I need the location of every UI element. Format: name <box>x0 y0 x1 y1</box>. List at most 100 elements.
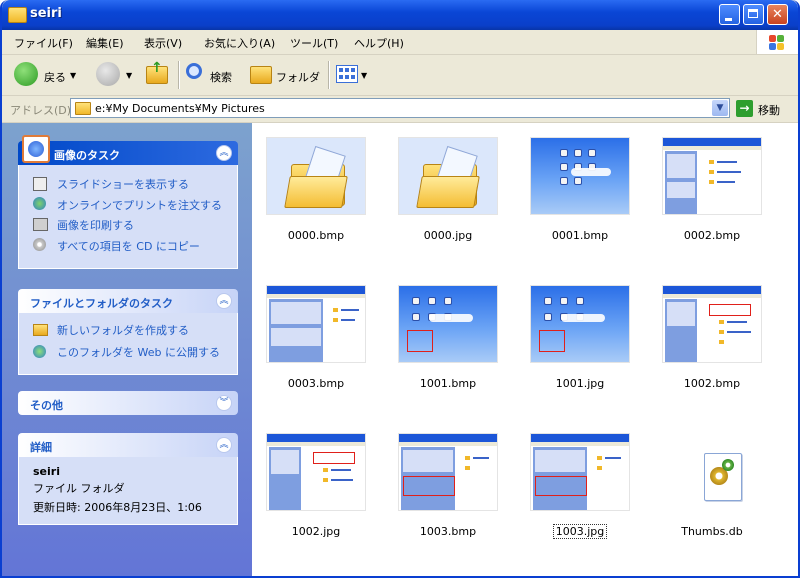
desktop-thumbnail <box>398 285 498 363</box>
maximize-button[interactable] <box>743 4 764 25</box>
explorer-window: seiri ✕ ファイル(F) 編集(E) 表示(V) お気に入り(A) ツール… <box>0 0 800 578</box>
file-item[interactable]: 1003.bmp <box>384 419 512 549</box>
db-file-thumbnail <box>662 433 762 511</box>
forward-button[interactable]: ▼ <box>94 60 134 90</box>
copy-to-cd-link[interactable]: すべての項目を CD にコピー <box>57 238 200 254</box>
expand-chevron-icon[interactable]: ︾ <box>216 395 232 411</box>
file-name: 0000.jpg <box>423 229 473 242</box>
minimize-icon <box>725 18 732 21</box>
slideshow-icon <box>33 177 47 191</box>
file-name: 1001.jpg <box>555 377 605 390</box>
menu-tools[interactable]: ツール(T) <box>290 35 338 51</box>
folder-icon <box>8 7 27 23</box>
address-folder-icon <box>75 102 91 115</box>
file-folder-tasks-header[interactable]: ファイルとフォルダのタスク ︽ <box>18 289 238 313</box>
collapse-chevron-icon[interactable]: ︽ <box>216 437 232 453</box>
explorer-thumbnail <box>530 433 630 511</box>
menu-favorites[interactable]: お気に入り(A) <box>204 35 275 51</box>
slideshow-link[interactable]: スライドショーを表示する <box>57 176 189 192</box>
file-item[interactable]: 0000.jpg <box>384 123 512 253</box>
file-folder-tasks-body: 新しいフォルダを作成する このフォルダを Web に公開する <box>18 313 238 375</box>
new-folder-link[interactable]: 新しいフォルダを作成する <box>57 322 189 338</box>
file-item[interactable]: 0000.bmp <box>252 123 380 253</box>
desktop-thumbnail <box>530 285 630 363</box>
file-item[interactable]: 1003.jpg <box>516 419 644 549</box>
go-button[interactable]: → 移動 <box>736 99 796 119</box>
back-dropdown-icon[interactable]: ▼ <box>70 71 76 80</box>
image-tasks-header[interactable]: 画像のタスク ︽ <box>18 135 238 165</box>
file-folder-tasks-title: ファイルとフォルダのタスク <box>30 297 173 310</box>
title-bar[interactable]: seiri ✕ <box>2 0 798 30</box>
details-panel: 詳細 ︽ seiri ファイル フォルダ 更新日時: 2006年8月23日、1:… <box>18 433 238 525</box>
explorer-thumbnail <box>662 137 762 215</box>
task-pane: 画像のタスク ︽ スライドショーを表示する オンラインでプリントを注文する 画像… <box>2 123 252 576</box>
file-name: 0000.bmp <box>287 229 345 242</box>
explorer-thumbnail <box>662 285 762 363</box>
details-type: ファイル フォルダ <box>33 482 125 495</box>
file-item[interactable]: 1002.bmp <box>648 271 776 401</box>
file-name: 1001.bmp <box>419 377 477 390</box>
file-name: 1002.bmp <box>683 377 741 390</box>
explorer-thumbnail <box>266 433 366 511</box>
folders-icon <box>250 66 272 84</box>
file-item[interactable]: 0003.bmp <box>252 271 380 401</box>
close-button[interactable]: ✕ <box>767 4 788 25</box>
publish-web-link[interactable]: このフォルダを Web に公開する <box>57 344 220 360</box>
forward-dropdown-icon[interactable]: ▼ <box>126 71 132 80</box>
other-places-header[interactable]: その他 ︾ <box>18 391 238 415</box>
online-print-link[interactable]: オンラインでプリントを注文する <box>57 197 222 213</box>
details-name: seiri <box>33 465 60 478</box>
back-button[interactable]: 戻る ▼ <box>12 60 76 90</box>
menu-bar: ファイル(F) 編集(E) 表示(V) お気に入り(A) ツール(T) ヘルプ(… <box>2 30 798 55</box>
publish-web-icon <box>33 345 46 358</box>
views-dropdown-icon[interactable]: ▼ <box>361 71 367 80</box>
search-label: 検索 <box>210 71 232 84</box>
cd-icon <box>33 238 46 251</box>
other-places-title: その他 <box>30 399 63 412</box>
explorer-thumbnail <box>266 285 366 363</box>
menu-view[interactable]: 表示(V) <box>144 35 182 51</box>
file-name-selected[interactable]: 1003.jpg <box>516 524 644 539</box>
collapse-chevron-icon[interactable]: ︽ <box>216 145 232 161</box>
file-folder-tasks-panel: ファイルとフォルダのタスク ︽ 新しいフォルダを作成する このフォルダを Web… <box>18 289 238 375</box>
file-item[interactable]: Thumbs.db <box>648 419 776 549</box>
gear-icon <box>722 459 734 471</box>
file-item[interactable]: 1001.bmp <box>384 271 512 401</box>
address-input[interactable]: e:¥My Documents¥My Pictures ▼ <box>70 98 730 118</box>
go-arrow-icon: → <box>736 100 753 117</box>
file-item[interactable]: 0001.bmp <box>516 123 644 253</box>
picture-tasks-icon <box>22 135 50 163</box>
folder-thumbnail <box>266 137 366 215</box>
file-item[interactable]: 0002.bmp <box>648 123 776 253</box>
menu-edit[interactable]: 編集(E) <box>86 35 124 51</box>
back-arrow-icon <box>14 62 38 86</box>
details-title: 詳細 <box>30 441 52 454</box>
address-dropdown-icon[interactable]: ▼ <box>712 100 728 116</box>
details-body: seiri ファイル フォルダ 更新日時: 2006年8月23日、1:06 <box>18 457 238 525</box>
details-header[interactable]: 詳細 ︽ <box>18 433 238 457</box>
file-item[interactable]: 1001.jpg <box>516 271 644 401</box>
menu-help[interactable]: ヘルプ(H) <box>354 35 404 51</box>
close-icon: ✕ <box>772 7 783 22</box>
toolbar: 戻る ▼ ▼ ↑ 検索 フォルダ ▼ <box>2 55 798 96</box>
folders-button[interactable]: フォルダ <box>248 60 324 90</box>
details-modified: 更新日時: 2006年8月23日、1:06 <box>33 501 202 514</box>
other-places-panel: その他 ︾ <box>18 391 238 417</box>
menu-file[interactable]: ファイル(F) <box>14 35 73 51</box>
up-folder-button[interactable]: ↑ <box>142 60 172 90</box>
address-label: アドレス(D) <box>10 104 72 117</box>
search-button[interactable]: 検索 <box>184 60 244 90</box>
explorer-thumbnail <box>398 433 498 511</box>
file-item[interactable]: 1002.jpg <box>252 419 380 549</box>
desktop-thumbnail <box>530 137 630 215</box>
views-button[interactable]: ▼ <box>334 60 370 90</box>
print-link[interactable]: 画像を印刷する <box>57 217 134 233</box>
collapse-chevron-icon[interactable]: ︽ <box>216 293 232 309</box>
file-name: 0002.bmp <box>683 229 741 242</box>
file-name: 1003.bmp <box>419 525 477 538</box>
views-icon <box>336 65 358 83</box>
minimize-button[interactable] <box>719 4 740 25</box>
toolbar-separator <box>328 61 330 89</box>
print-icon <box>33 218 48 231</box>
go-label: 移動 <box>758 104 780 117</box>
